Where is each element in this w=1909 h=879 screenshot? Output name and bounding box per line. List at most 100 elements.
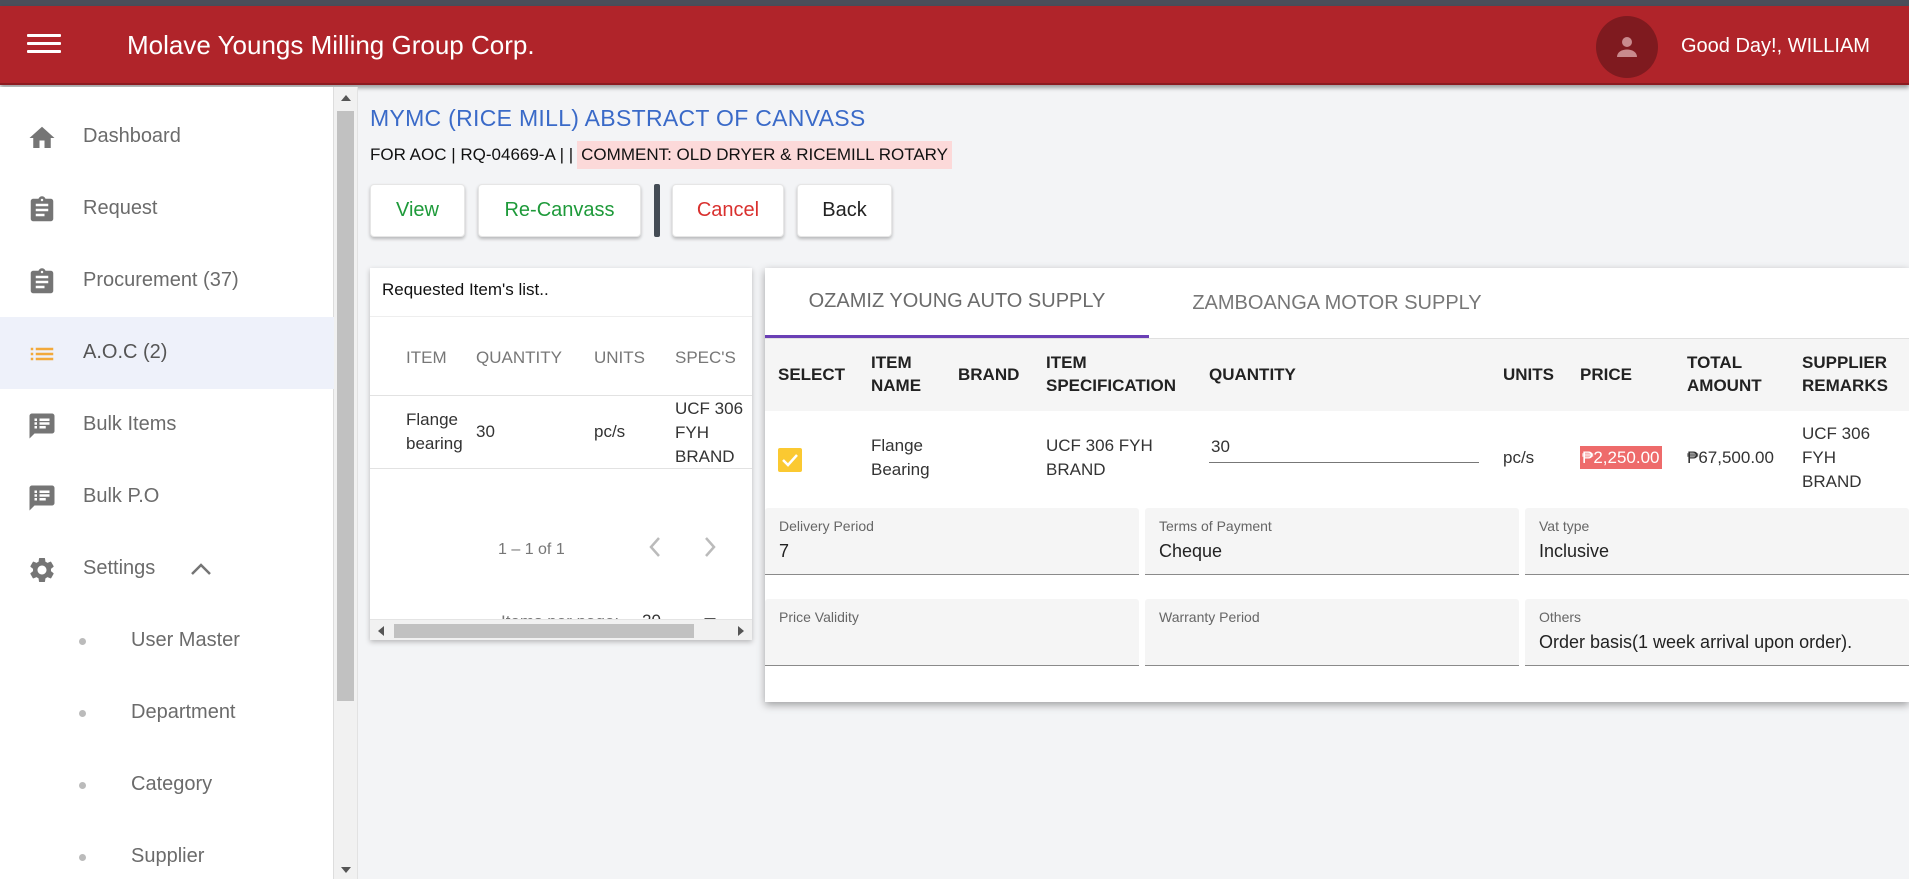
column-header-quantity: QUANTITY — [1209, 365, 1296, 384]
sidebar-item-bulk-po[interactable]: Bulk P.O — [0, 461, 334, 533]
sidebar: Dashboard Request Procurement (37) A.O.C… — [0, 87, 334, 879]
sidebar-item-label: Bulk Items — [83, 413, 177, 435]
column-header-item: ITEM — [406, 348, 447, 367]
delivery-period-field[interactable]: Delivery Period 7 — [765, 508, 1139, 575]
others-field[interactable]: Others Order basis(1 week arrival upon o… — [1525, 599, 1909, 666]
supplier-canvass-card: OZAMIZ YOUNG AUTO SUPPLY ZAMBOANGA MOTOR… — [765, 268, 1909, 702]
price-validity-field[interactable]: Price Validity — [765, 599, 1139, 666]
tab-ozamiz-young-auto-supply[interactable]: OZAMIZ YOUNG AUTO SUPPLY — [765, 268, 1149, 338]
vat-type-label: Vat type — [1539, 518, 1590, 534]
chevron-right-icon[interactable] — [700, 534, 720, 560]
request-reference: FOR AOC | RQ-04669-A | | — [370, 145, 574, 164]
sidebar-item-procurement[interactable]: Procurement (37) — [0, 245, 334, 317]
terms-of-payment-label: Terms of Payment — [1159, 518, 1272, 534]
scroll-right-arrow-icon[interactable] — [738, 626, 744, 636]
supplier-table-header: SELECT ITEM NAME BRAND ITEM SPECIFICATION … — [765, 339, 1909, 411]
delivery-period-label: Delivery Period — [779, 518, 874, 534]
horizontal-scrollbar[interactable] — [370, 619, 752, 640]
scroll-left-arrow-icon[interactable] — [378, 626, 384, 636]
vat-type-value: Inclusive — [1539, 541, 1610, 561]
user-avatar-icon[interactable] — [1596, 16, 1658, 78]
user-greeting: Good Day!, WILLIAM — [1681, 35, 1870, 57]
terms-of-payment-value: Cheque — [1159, 541, 1223, 561]
sidebar-item-label: Bulk P.O — [83, 485, 160, 507]
column-header-price: PRICE — [1580, 365, 1632, 384]
cell-quantity: 30 — [476, 422, 495, 441]
page-title: MYMC (RICE MILL) ABSTRACT OF CANVASS — [370, 105, 866, 131]
recanvass-button[interactable]: Re-Canvass — [478, 184, 641, 237]
table-row[interactable]: Flange bearing 30 pc/s UCF 306 FYH BRAND — [370, 397, 752, 469]
price-highlight: ₱2,250.00 — [1580, 446, 1662, 469]
sidebar-item-label: A.O.C (2) — [83, 341, 168, 363]
chevron-up-icon[interactable] — [190, 562, 212, 576]
column-header-select: SELECT — [778, 365, 846, 384]
quantity-input[interactable]: 30 — [1209, 433, 1479, 463]
sidebar-subitem-label: User Master — [131, 629, 240, 651]
sidebar-item-request[interactable]: Request — [0, 173, 334, 245]
chevron-left-icon[interactable] — [645, 534, 665, 560]
sidebar-subitem-department[interactable]: Department — [0, 677, 334, 749]
tab-zamboanga-motor-supply[interactable]: ZAMBOANGA MOTOR SUPPLY — [1149, 268, 1525, 338]
requested-items-card: Requested Item's list.. ITEM QUANTITY UN… — [370, 268, 752, 640]
sidebar-item-label: Request — [83, 197, 158, 219]
others-label: Others — [1539, 609, 1582, 625]
clipboard-icon — [30, 196, 54, 222]
column-header-units: UNITS — [1503, 365, 1554, 384]
bullet-icon — [79, 782, 86, 789]
sidebar-item-bulk-items[interactable]: Bulk Items — [0, 389, 334, 461]
requested-items-header: ITEM QUANTITY UNITS SPEC'S — [370, 316, 752, 396]
cell-units: pc/s — [1503, 448, 1535, 467]
column-header-item-specification: ITEM SPECIFICATION — [1046, 353, 1177, 395]
sidebar-scrollbar[interactable] — [334, 87, 358, 879]
terms-of-payment-field[interactable]: Terms of Payment Cheque — [1145, 508, 1519, 575]
cell-item-name: Flange Bearing — [871, 436, 930, 479]
others-value: Order basis(1 week arrival upon order). — [1539, 632, 1853, 652]
scroll-up-arrow-icon[interactable] — [341, 95, 351, 101]
message-list-icon — [29, 485, 55, 511]
cell-supplier-remarks: UCF 306 FYH BRAND — [1802, 424, 1871, 491]
cancel-button[interactable]: Cancel — [672, 184, 784, 237]
message-list-icon — [29, 413, 55, 439]
bullet-icon — [79, 710, 86, 717]
sidebar-item-settings[interactable]: Settings — [0, 533, 334, 605]
sidebar-subitem-supplier[interactable]: Supplier — [0, 821, 334, 879]
column-header-item-name: ITEM NAME — [871, 353, 922, 395]
select-checkbox[interactable] — [778, 448, 802, 472]
table-row: Flange Bearing UCF 306 FYH BRAND 30 pc/s ₱… — [765, 411, 1909, 505]
check-icon — [782, 454, 798, 467]
scrollbar-thumb[interactable] — [394, 624, 694, 638]
requested-items-title: Requested Item's list.. — [382, 280, 549, 299]
sidebar-item-dashboard[interactable]: Dashboard — [0, 101, 334, 173]
back-button[interactable]: Back — [797, 184, 892, 237]
sidebar-item-label: Procurement (37) — [83, 269, 239, 291]
sidebar-subitem-category[interactable]: Category — [0, 749, 334, 821]
cell-item: Flange bearing — [406, 410, 463, 453]
sidebar-subitem-label: Category — [131, 773, 213, 795]
column-header-supplier-remarks: SUPPLIER REMARKS — [1802, 353, 1888, 395]
app-title: Molave Youngs Milling Group Corp. — [127, 30, 535, 60]
scroll-down-arrow-icon[interactable] — [341, 867, 351, 873]
button-divider — [654, 184, 660, 237]
hamburger-menu-icon[interactable] — [27, 34, 61, 58]
scrollbar-thumb[interactable] — [337, 111, 354, 701]
cell-price: ₱2,250.00 — [1580, 446, 1662, 470]
sidebar-item-label: Settings — [83, 557, 156, 579]
sidebar-item-aoc[interactable]: A.O.C (2) — [0, 317, 334, 389]
column-header-quantity: QUANTITY — [476, 348, 562, 367]
main-content: MYMC (RICE MILL) ABSTRACT OF CANVASS FOR… — [359, 87, 1909, 879]
bullet-icon — [79, 854, 86, 861]
app-header: Molave Youngs Milling Group Corp. Good D… — [0, 6, 1909, 85]
warranty-period-field[interactable]: Warranty Period — [1145, 599, 1519, 666]
vat-type-field[interactable]: Vat type Inclusive — [1525, 508, 1909, 575]
cell-units: pc/s — [594, 422, 626, 441]
column-header-brand: BRAND — [958, 365, 1020, 384]
comment-badge: COMMENT: OLD DRYER & RICEMILL ROTARY — [577, 141, 952, 169]
sidebar-subitem-user-master[interactable]: User Master — [0, 605, 334, 677]
gear-icon — [30, 558, 54, 582]
view-button[interactable]: View — [370, 184, 465, 237]
cell-specs: UCF 306 FYH BRAND — [675, 399, 744, 466]
delivery-period-value: 7 — [779, 541, 790, 561]
list-icon — [30, 347, 54, 361]
cell-total-amount: ₱67,500.00 — [1687, 448, 1774, 467]
column-header-total-amount: TOTAL AMOUNT — [1687, 353, 1762, 395]
